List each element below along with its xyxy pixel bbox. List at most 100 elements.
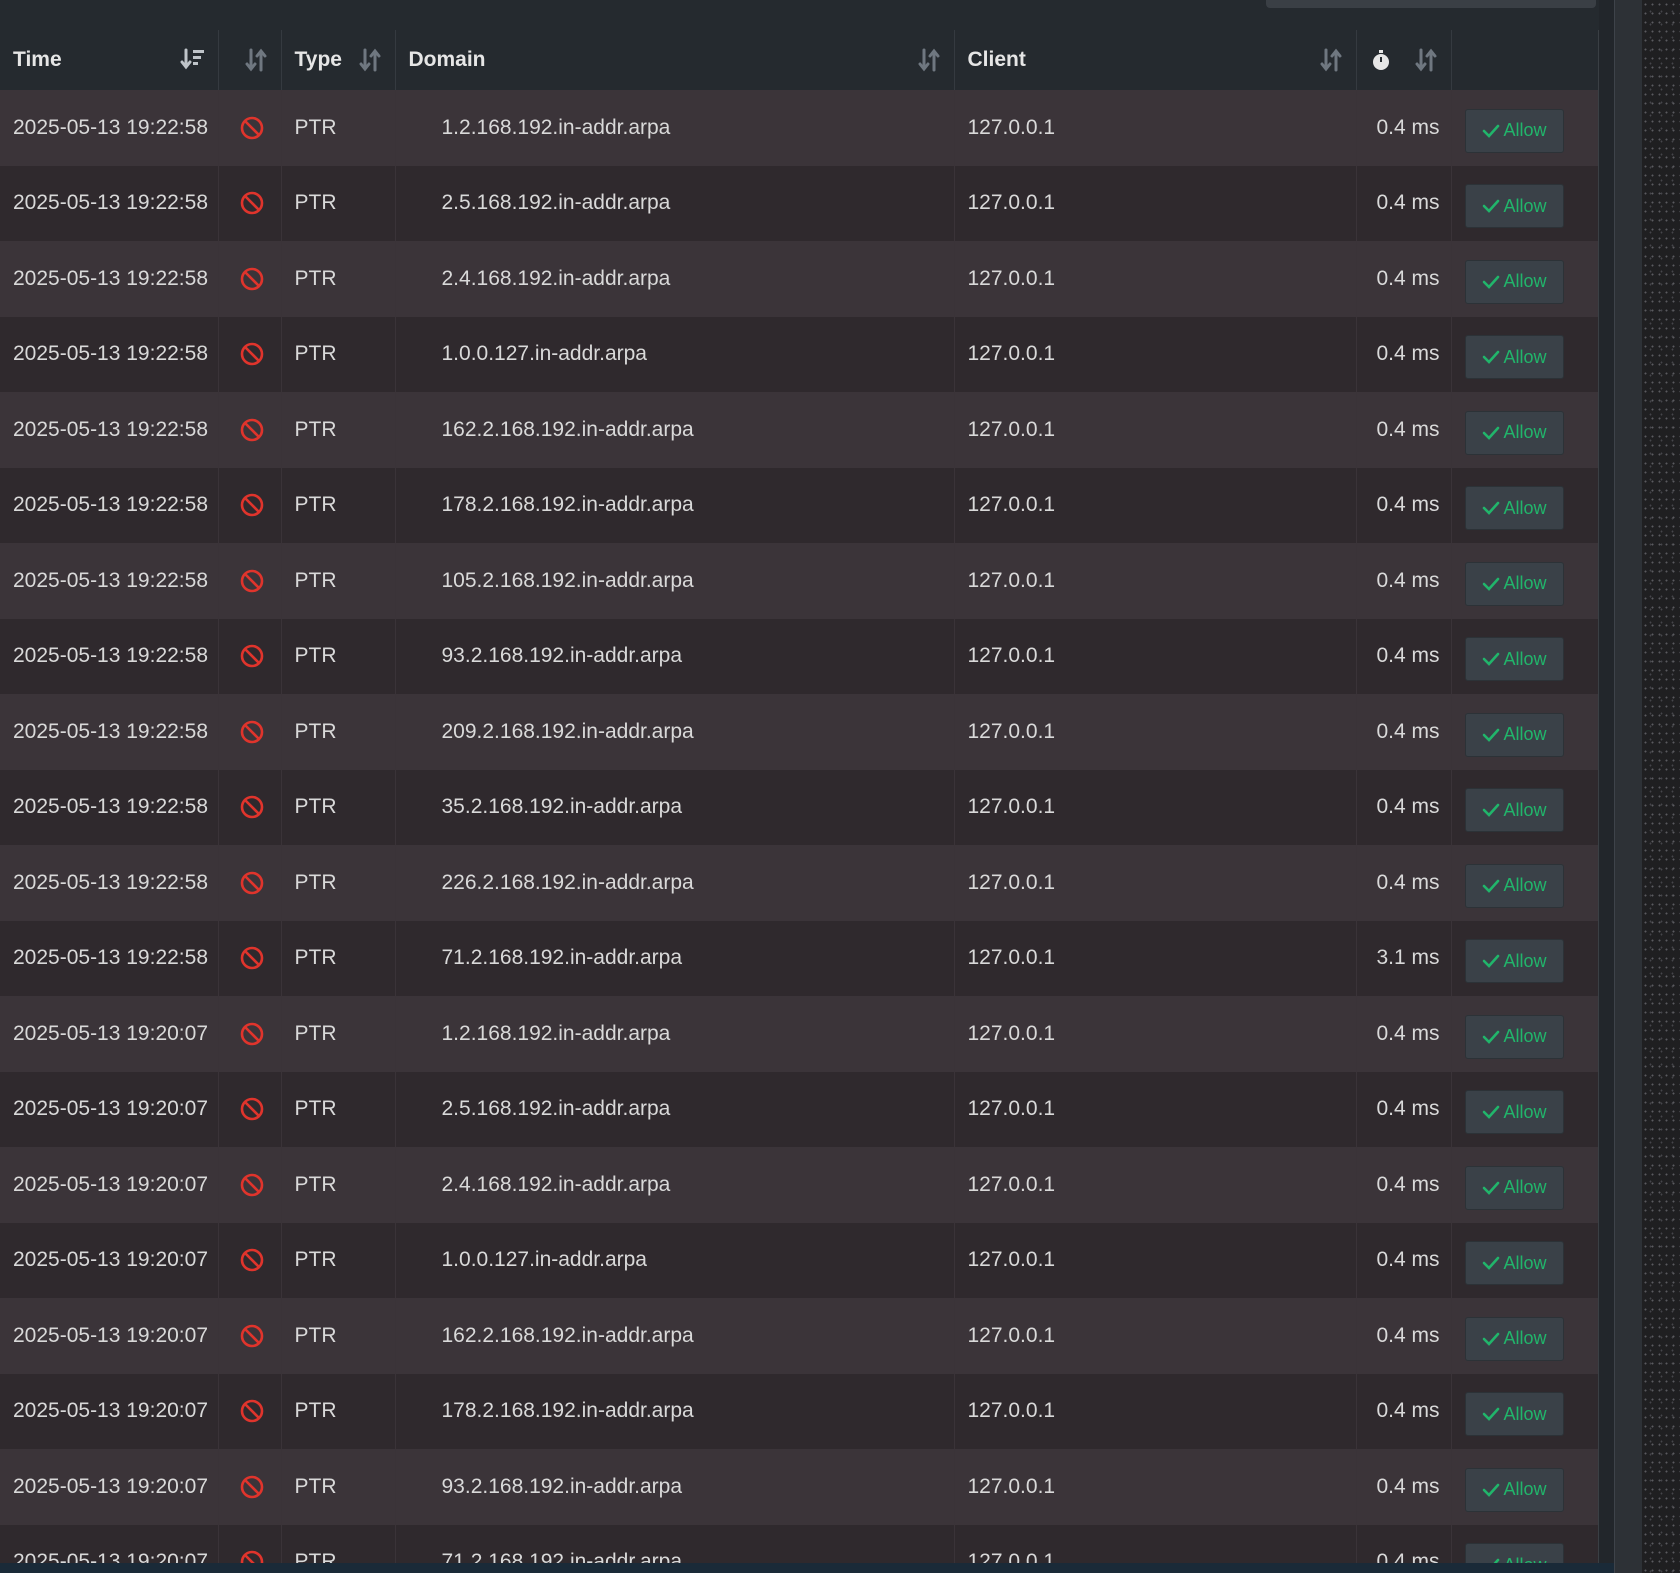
table-row: 2025-05-13 19:20:07 PTR 1.0.0.127.in-addr.…	[0, 1222, 1598, 1298]
allow-button[interactable]: Allow	[1464, 1467, 1564, 1512]
column-header-action	[1451, 30, 1598, 90]
domain-cell[interactable]: 1.2.168.192.in-addr.arpa	[395, 996, 955, 1072]
client-cell[interactable]: 127.0.0.1	[954, 1222, 1357, 1298]
column-header-domain[interactable]: Domain	[395, 30, 955, 90]
domain-cell[interactable]: 105.2.168.192.in-addr.arpa	[395, 543, 955, 619]
client-cell[interactable]: 127.0.0.1	[954, 543, 1357, 619]
column-header-time[interactable]: Time	[0, 30, 219, 90]
blocked-circle-icon	[240, 720, 263, 744]
time-cell: 2025-05-13 19:20:07	[0, 1147, 219, 1223]
column-header-status[interactable]	[218, 30, 282, 90]
allow-button[interactable]: Allow	[1464, 1316, 1564, 1361]
client-cell[interactable]: 127.0.0.1	[954, 694, 1357, 770]
client-cell[interactable]: 127.0.0.1	[954, 1524, 1357, 1563]
allow-button[interactable]: Allow	[1464, 108, 1564, 153]
allow-button[interactable]: Allow	[1464, 561, 1564, 606]
sort-icon[interactable]	[916, 47, 942, 73]
sort-desc-icon[interactable]	[180, 47, 206, 73]
allow-button[interactable]: Allow	[1464, 1241, 1564, 1286]
sort-icon[interactable]	[1318, 47, 1344, 73]
blocked-circle-icon	[240, 1324, 263, 1348]
scrollbar[interactable]	[1614, 0, 1643, 1573]
column-header-type[interactable]: Type	[281, 30, 396, 90]
client-cell[interactable]: 127.0.0.1	[954, 920, 1357, 996]
status-cell	[218, 1071, 282, 1147]
client-cell[interactable]: 127.0.0.1	[954, 467, 1357, 543]
type-cell: PTR	[281, 845, 396, 921]
allow-button[interactable]: Allow	[1464, 1543, 1564, 1563]
domain-cell[interactable]: 1.0.0.127.in-addr.arpa	[395, 1222, 955, 1298]
allow-button[interactable]: Allow	[1464, 184, 1564, 229]
allow-button[interactable]: Allow	[1464, 788, 1564, 833]
blocked-circle-icon	[240, 1097, 263, 1121]
domain-cell[interactable]: 162.2.168.192.in-addr.arpa	[395, 392, 955, 468]
domain-cell[interactable]: 1.2.168.192.in-addr.arpa	[395, 90, 955, 166]
client-cell[interactable]: 127.0.0.1	[954, 1449, 1357, 1525]
client-cell[interactable]: 127.0.0.1	[954, 1147, 1357, 1223]
table-row: 2025-05-13 19:22:58 PTR 35.2.168.192.in-ad…	[0, 769, 1598, 845]
time-cell: 2025-05-13 19:20:07	[0, 1449, 219, 1525]
check-icon	[1493, 1558, 1499, 1563]
domain-cell[interactable]: 93.2.168.192.in-addr.arpa	[395, 1449, 955, 1525]
client-cell[interactable]: 127.0.0.1	[954, 618, 1357, 694]
client-cell[interactable]: 127.0.0.1	[954, 1373, 1357, 1449]
domain-cell[interactable]: 2.5.168.192.in-addr.arpa	[395, 165, 955, 241]
time-cell: 2025-05-13 19:20:07	[0, 1071, 219, 1147]
search-input[interactable]	[1266, 0, 1596, 8]
domain-cell[interactable]: 2.5.168.192.in-addr.arpa	[395, 1071, 955, 1147]
column-header-client[interactable]: Client	[954, 30, 1357, 90]
client-cell[interactable]: 127.0.0.1	[954, 845, 1357, 921]
type-cell: PTR	[281, 1071, 396, 1147]
client-cell[interactable]: 127.0.0.1	[954, 165, 1357, 241]
client-cell[interactable]: 127.0.0.1	[954, 241, 1357, 317]
blocked-circle-icon	[240, 191, 263, 215]
reply-time-cell: 0.4 ms	[1356, 845, 1452, 921]
sort-icon[interactable]	[357, 47, 383, 73]
domain-cell[interactable]: 178.2.168.192.in-addr.arpa	[395, 1373, 955, 1449]
table-row: 2025-05-13 19:22:58 PTR 226.2.168.192.in-a…	[0, 845, 1598, 921]
client-cell[interactable]: 127.0.0.1	[954, 392, 1357, 468]
reply-time-cell: 0.4 ms	[1356, 694, 1452, 770]
client-cell[interactable]: 127.0.0.1	[954, 996, 1357, 1072]
client-cell[interactable]: 127.0.0.1	[954, 90, 1357, 166]
allow-button[interactable]: Allow	[1464, 863, 1564, 908]
allow-button[interactable]: Allow	[1464, 712, 1564, 757]
table-row: 2025-05-13 19:22:58 PTR 162.2.168.192.in-a…	[0, 392, 1598, 468]
sort-icon[interactable]	[1413, 47, 1439, 73]
allow-button[interactable]: Allow	[1464, 939, 1564, 984]
allow-button[interactable]: Allow	[1464, 410, 1564, 455]
domain-cell[interactable]: 2.4.168.192.in-addr.arpa	[395, 241, 955, 317]
client-cell[interactable]: 127.0.0.1	[954, 769, 1357, 845]
column-header-client-label: Client	[967, 48, 1026, 71]
domain-cell[interactable]: 178.2.168.192.in-addr.arpa	[395, 467, 955, 543]
domain-cell[interactable]: 93.2.168.192.in-addr.arpa	[395, 618, 955, 694]
allow-button[interactable]: Allow	[1464, 486, 1564, 531]
allow-button[interactable]: Allow	[1464, 637, 1564, 682]
allow-button[interactable]: Allow	[1464, 1090, 1564, 1135]
allow-button-label: Allow	[1503, 195, 1547, 216]
allow-button[interactable]: Allow	[1464, 1392, 1564, 1437]
allow-button[interactable]: Allow	[1464, 1014, 1564, 1059]
domain-cell[interactable]: 226.2.168.192.in-addr.arpa	[395, 845, 955, 921]
check-icon	[1482, 1105, 1499, 1120]
domain-cell[interactable]: 2.4.168.192.in-addr.arpa	[395, 1147, 955, 1223]
client-cell[interactable]: 127.0.0.1	[954, 1298, 1357, 1374]
column-header-reply-time[interactable]	[1356, 30, 1452, 90]
domain-cell[interactable]: 162.2.168.192.in-addr.arpa	[395, 1298, 955, 1374]
client-cell[interactable]: 127.0.0.1	[954, 316, 1357, 392]
domain-cell[interactable]: 35.2.168.192.in-addr.arpa	[395, 769, 955, 845]
allow-button[interactable]: Allow	[1464, 335, 1564, 380]
allow-button[interactable]: Allow	[1464, 1165, 1564, 1210]
domain-cell[interactable]: 71.2.168.192.in-addr.arpa	[395, 1524, 955, 1563]
domain-cell[interactable]: 209.2.168.192.in-addr.arpa	[395, 694, 955, 770]
reply-time-cell: 0.4 ms	[1356, 618, 1452, 694]
reply-time-cell: 0.4 ms	[1356, 996, 1452, 1072]
reply-time-cell: 0.4 ms	[1356, 1147, 1452, 1223]
action-cell: Allow	[1451, 619, 1598, 695]
client-cell[interactable]: 127.0.0.1	[954, 1071, 1357, 1147]
domain-cell[interactable]: 1.0.0.127.in-addr.arpa	[395, 316, 955, 392]
allow-button[interactable]: Allow	[1464, 259, 1564, 304]
sort-icon[interactable]	[243, 47, 269, 73]
type-cell: PTR	[281, 1222, 396, 1298]
domain-cell[interactable]: 71.2.168.192.in-addr.arpa	[395, 920, 955, 996]
